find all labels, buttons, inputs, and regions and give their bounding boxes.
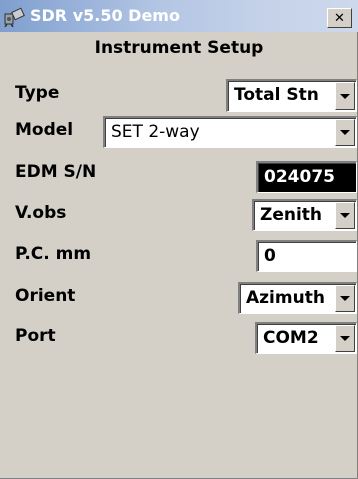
port-select[interactable]: COM2 (255, 322, 357, 354)
vobs-dropdown-button[interactable] (335, 202, 355, 229)
chevron-down-icon (340, 130, 350, 135)
vobs-value: Zenith (260, 205, 323, 225)
model-select[interactable]: SET 2-way (103, 116, 357, 148)
port-value: COM2 (263, 328, 319, 348)
vobs-label: V.obs (15, 203, 67, 223)
page-title: Instrument Setup (94, 38, 264, 58)
app-icon (4, 7, 25, 27)
edm-sn-label: EDM S/N (15, 162, 97, 182)
pc-mm-label: P.C. mm (15, 244, 92, 264)
edm-sn-field[interactable]: 024075 (256, 161, 357, 193)
port-dropdown-button[interactable] (335, 325, 355, 352)
orient-select[interactable]: Azimuth (238, 282, 357, 314)
pc-mm-value: 0 (264, 246, 276, 266)
type-label: Type (15, 83, 60, 103)
chevron-down-icon (340, 336, 350, 341)
dialog-window: SDR v5.50 Demo ✕ Instrument Setup Type T… (0, 0, 358, 479)
chevron-down-icon (340, 213, 350, 218)
window-title: SDR v5.50 Demo (30, 6, 180, 25)
orient-label: Orient (15, 286, 76, 306)
vobs-select[interactable]: Zenith (252, 199, 357, 231)
model-dropdown-button[interactable] (335, 119, 355, 146)
edm-sn-value: 024075 (264, 167, 335, 187)
type-value: Total Stn (234, 85, 319, 105)
port-label: Port (15, 326, 56, 346)
orient-dropdown-button[interactable] (335, 285, 355, 312)
type-dropdown-button[interactable] (335, 82, 355, 110)
model-label: Model (15, 120, 74, 140)
chevron-down-icon (340, 296, 350, 301)
chevron-down-icon (340, 93, 350, 99)
close-button[interactable]: ✕ (327, 8, 352, 28)
model-value: SET 2-way (111, 122, 200, 142)
title-bar[interactable]: SDR v5.50 Demo ✕ (0, 0, 358, 32)
pc-mm-field[interactable]: 0 (256, 240, 357, 272)
orient-value: Azimuth (246, 288, 325, 308)
type-select[interactable]: Total Stn (226, 79, 357, 112)
close-icon: ✕ (334, 10, 345, 26)
